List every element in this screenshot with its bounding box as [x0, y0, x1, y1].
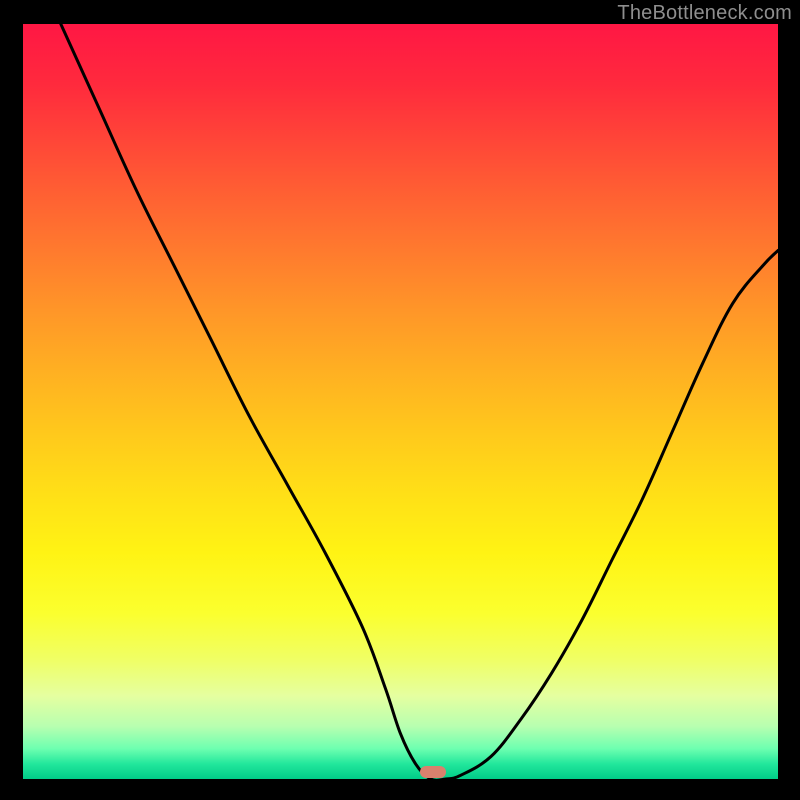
- plot-area: [23, 24, 778, 779]
- chart-frame: TheBottleneck.com: [0, 0, 800, 800]
- minimum-marker: [420, 766, 446, 778]
- bottleneck-curve: [23, 24, 778, 779]
- watermark-text: TheBottleneck.com: [617, 2, 792, 25]
